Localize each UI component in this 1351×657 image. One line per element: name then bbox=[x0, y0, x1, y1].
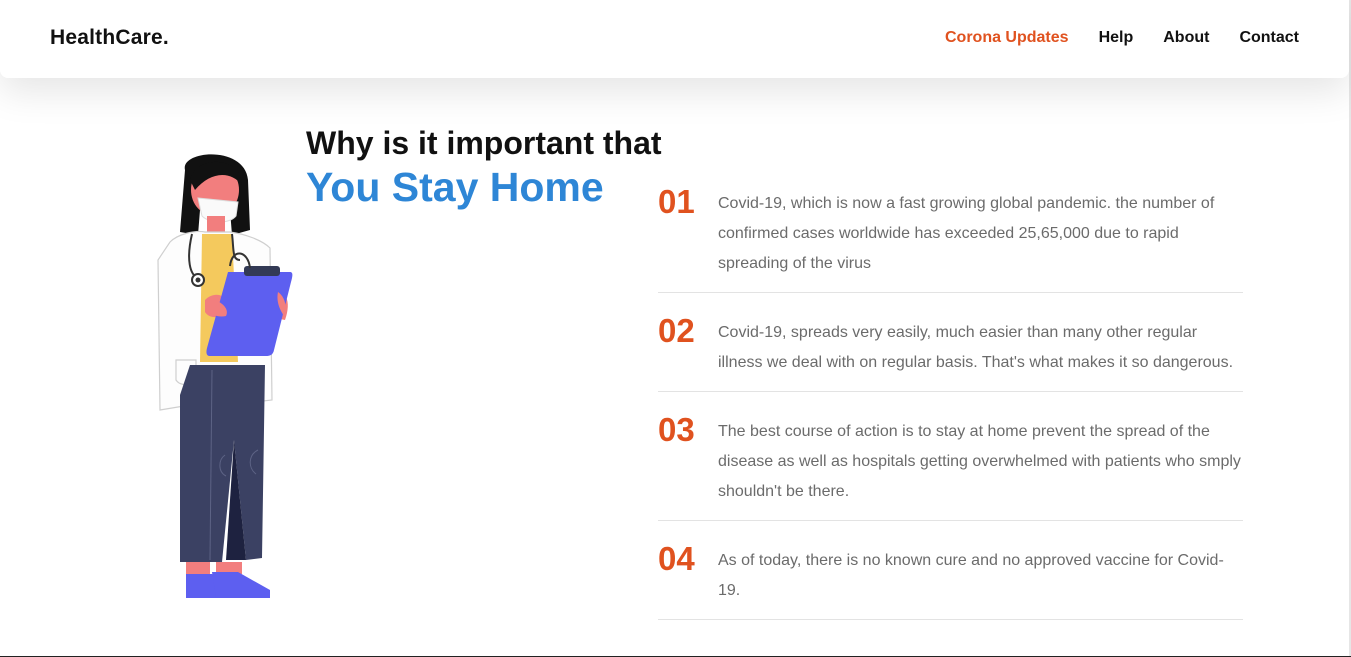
hero-heading-line1: Why is it important that bbox=[306, 125, 662, 161]
doctor-with-clipboard-icon bbox=[157, 154, 293, 598]
site-header: HealthCare. Corona Updates Help About Co… bbox=[0, 0, 1349, 78]
list-item: 04 As of today, there is no known cure a… bbox=[658, 537, 1243, 620]
nav-link-corona-updates[interactable]: Corona Updates bbox=[945, 29, 1069, 47]
reason-number: 03 bbox=[658, 411, 695, 448]
hero-heading-line2: You Stay Home bbox=[306, 164, 604, 210]
brand-logo[interactable]: HealthCare. bbox=[50, 26, 169, 50]
main-nav: Corona Updates Help About Contact bbox=[945, 29, 1299, 47]
reason-text: The best course of action is to stay at … bbox=[718, 423, 1241, 500]
list-item: 02 Covid-19, spreads very easily, much e… bbox=[658, 309, 1243, 392]
reason-number: 01 bbox=[658, 183, 695, 220]
reason-text: As of today, there is no known cure and … bbox=[718, 552, 1224, 599]
list-item: 03 The best course of action is to stay … bbox=[658, 408, 1243, 521]
reason-number: 02 bbox=[658, 312, 695, 349]
nav-link-contact[interactable]: Contact bbox=[1239, 29, 1299, 47]
nav-link-help[interactable]: Help bbox=[1099, 29, 1134, 47]
page: HealthCare. Corona Updates Help About Co… bbox=[0, 0, 1351, 657]
reason-number: 04 bbox=[658, 540, 695, 577]
list-item: 01 Covid-19, which is now a fast growing… bbox=[658, 180, 1243, 293]
reason-text: Covid-19, spreads very easily, much easi… bbox=[718, 324, 1234, 371]
reason-text: Covid-19, which is now a fast growing gl… bbox=[718, 195, 1215, 272]
nav-link-about[interactable]: About bbox=[1163, 29, 1209, 47]
reasons-list: 01 Covid-19, which is now a fast growing… bbox=[658, 180, 1243, 636]
